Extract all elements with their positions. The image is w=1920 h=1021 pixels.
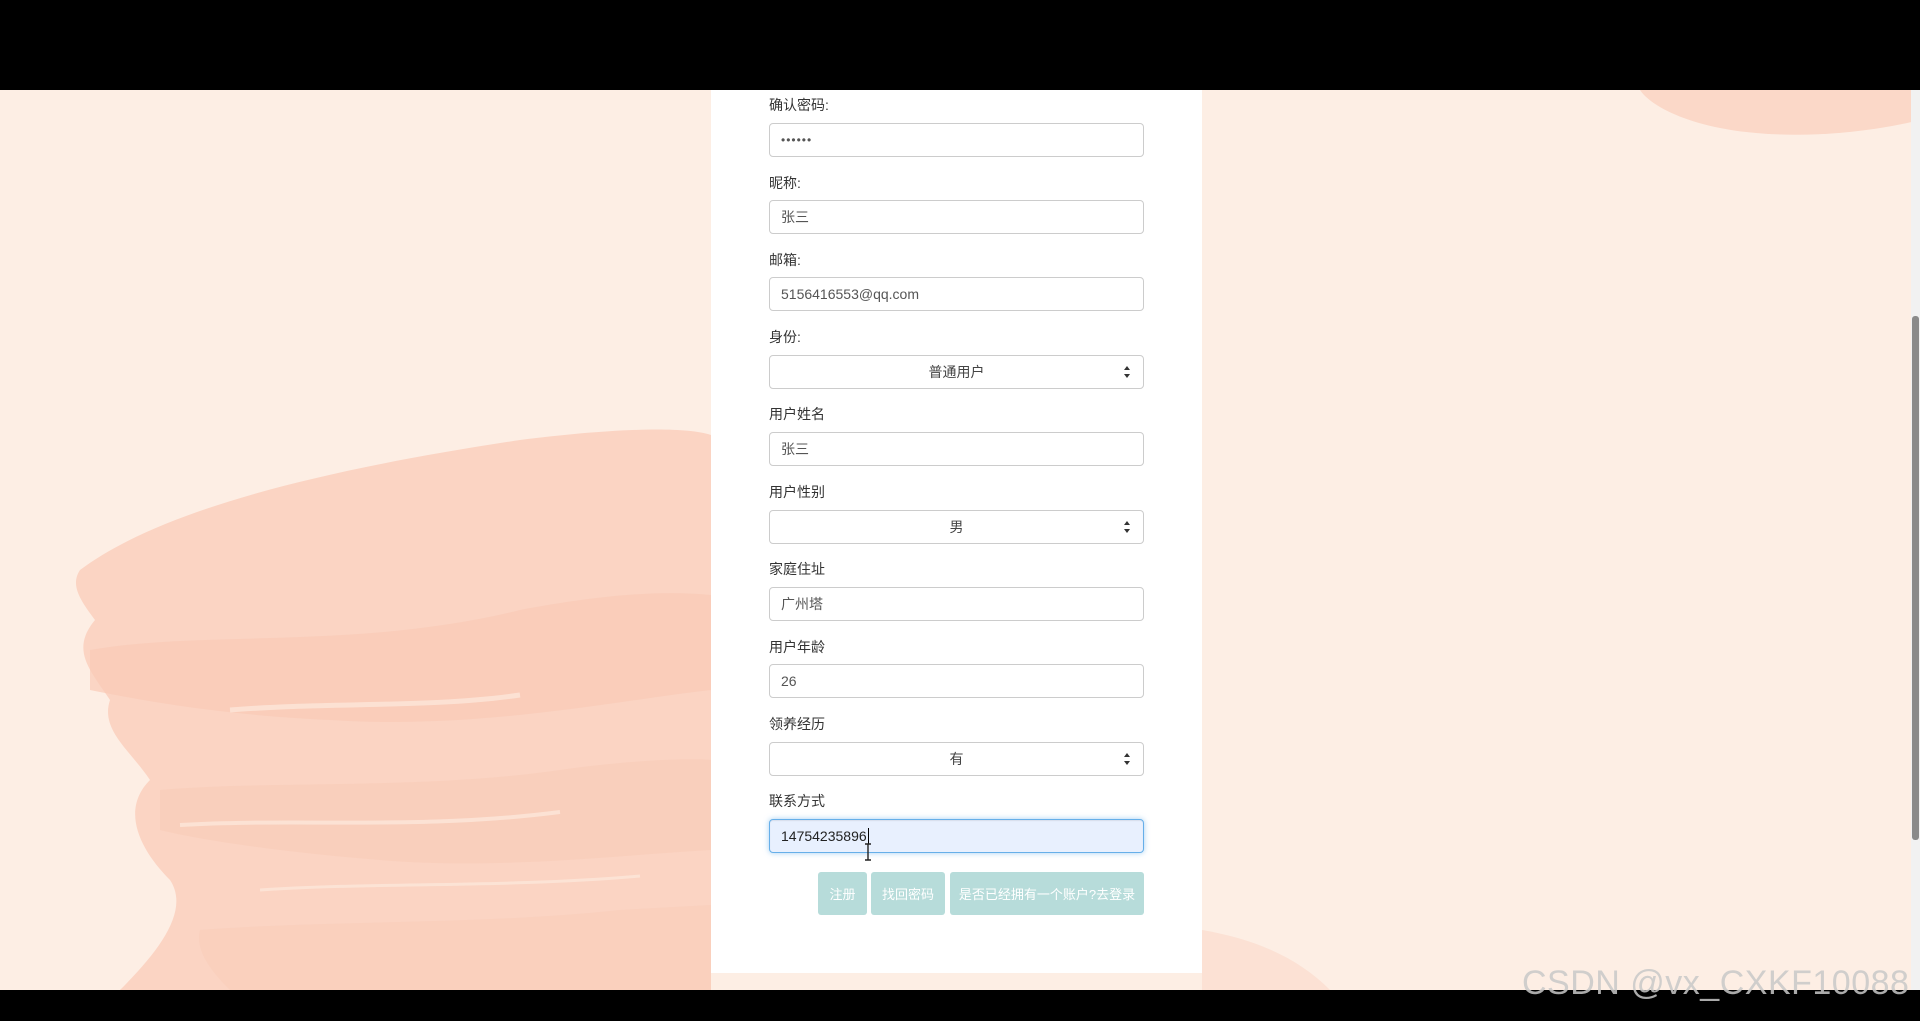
contact-label: 联系方式 bbox=[769, 793, 825, 809]
identity-label: 身份: bbox=[769, 329, 801, 345]
user-gender-selected-value: 男 bbox=[949, 519, 964, 535]
identity-select[interactable]: 普通用户 bbox=[769, 355, 1144, 389]
adoption-experience-label: 领养经历 bbox=[769, 716, 825, 732]
confirm-password-input[interactable]: •••••• bbox=[769, 123, 1144, 157]
adoption-experience-selected-value: 有 bbox=[949, 751, 964, 767]
user-name-input[interactable]: 张三 bbox=[769, 432, 1144, 466]
confirm-password-label: 确认密码: bbox=[769, 97, 829, 113]
find-password-button[interactable]: 找回密码 bbox=[871, 872, 945, 915]
user-gender-label: 用户性别 bbox=[769, 484, 825, 500]
select-arrows-icon bbox=[1124, 753, 1130, 765]
user-age-input[interactable]: 26 bbox=[769, 664, 1144, 698]
user-age-label: 用户年龄 bbox=[769, 639, 825, 655]
register-button[interactable]: 注册 bbox=[818, 872, 867, 915]
contact-input[interactable]: 14754235896 bbox=[769, 819, 1144, 853]
home-address-input[interactable]: 广州塔 bbox=[769, 587, 1144, 621]
user-gender-select[interactable]: 男 bbox=[769, 510, 1144, 544]
home-address-label: 家庭住址 bbox=[769, 561, 825, 577]
scrollbar-thumb[interactable] bbox=[1912, 316, 1919, 840]
user-name-label: 用户姓名 bbox=[769, 406, 825, 422]
contact-input-value: 14754235896 bbox=[781, 828, 867, 844]
email-label: 邮箱: bbox=[769, 252, 801, 268]
nickname-input[interactable]: 张三 bbox=[769, 200, 1144, 234]
adoption-experience-select[interactable]: 有 bbox=[769, 742, 1144, 776]
email-input[interactable]: 5156416553@qq.com bbox=[769, 277, 1144, 311]
top-black-bar bbox=[0, 0, 1920, 90]
select-arrows-icon bbox=[1124, 521, 1130, 533]
page-background: 确认密码: •••••• 昵称: 张三 邮箱: 5156416553@qq.co… bbox=[0, 90, 1920, 990]
csdn-watermark: CSDN @vx_CXKF10088 bbox=[1522, 964, 1910, 1002]
login-link-button[interactable]: 是否已经拥有一个账户?去登录 bbox=[950, 872, 1144, 915]
nickname-label: 昵称: bbox=[769, 175, 801, 191]
ibeam-cursor-icon bbox=[865, 843, 871, 861]
identity-selected-value: 普通用户 bbox=[928, 364, 985, 380]
select-arrows-icon bbox=[1124, 366, 1130, 378]
text-caret bbox=[867, 828, 869, 844]
